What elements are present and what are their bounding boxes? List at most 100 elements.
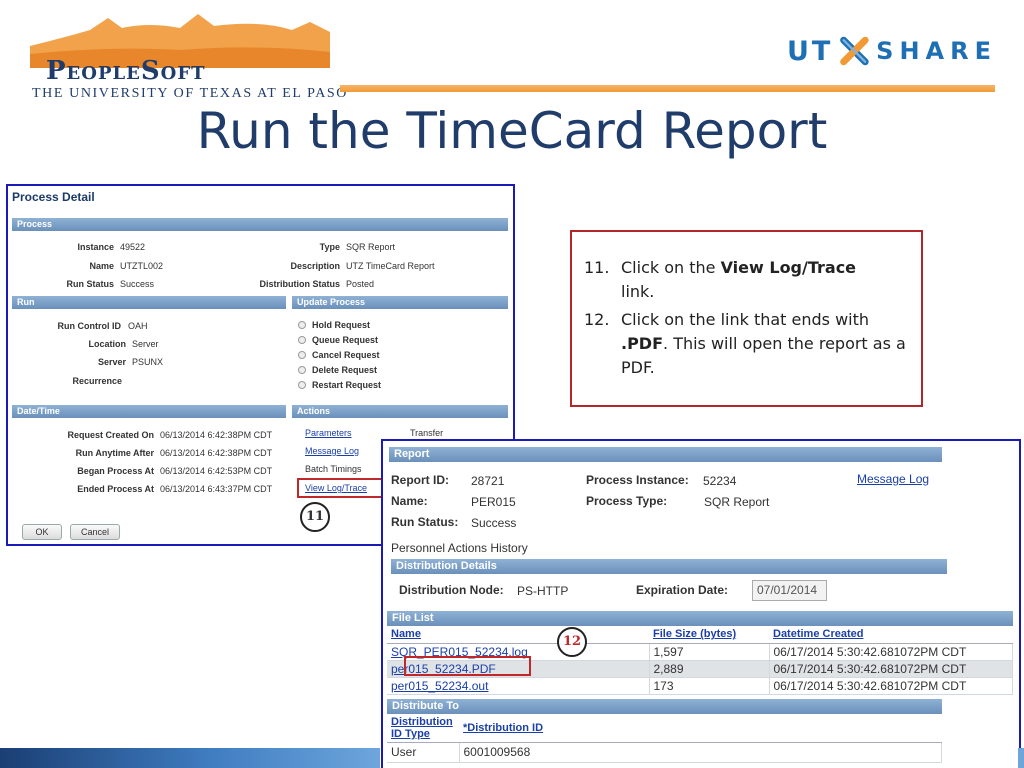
distribute-to-bar: Distribute To (387, 699, 942, 714)
recurrence-label: Recurrence (72, 376, 122, 386)
description-value: UTZ TimeCard Report (346, 261, 435, 271)
report-run-status-value: Success (471, 516, 517, 530)
file-size-cell: 2,889 (649, 660, 770, 678)
began-process-label: Began Process At (77, 466, 154, 476)
run-status-value: Success (120, 279, 155, 289)
step-12-instruction: 12. Click on the link that ends with .PD… (584, 308, 914, 380)
cancel-button[interactable]: Cancel (70, 524, 120, 540)
step-11-instruction: 11. Click on the View Log/Trace link. (584, 256, 914, 304)
report-name-value: PER015 (471, 495, 516, 509)
file-created-cell: 06/17/2014 5:30:42.681072PM CDT (769, 677, 1013, 695)
process-type-label: Process Type: (586, 494, 668, 508)
transfer-text[interactable]: Transfer (410, 428, 443, 438)
cancel-request-label: Cancel Request (312, 350, 380, 360)
report-panel: Report Report ID: 28721 Process Instance… (381, 439, 1021, 768)
file-list-header-row: Name File Size (bytes) Datetime Created (387, 626, 1013, 644)
delete-request-label: Delete Request (312, 365, 378, 375)
ok-button[interactable]: OK (22, 524, 62, 540)
server-value: PSUNX (132, 357, 164, 367)
queue-request-label: Queue Request (312, 335, 379, 345)
distribution-details-bar: Distribution Details (391, 559, 947, 574)
name-label: Name (89, 261, 114, 271)
report-name-label: Name: (391, 494, 428, 508)
step-12-marker: 12 (557, 627, 587, 657)
slide-title: Run the TimeCard Report (196, 102, 828, 160)
request-created-value: 06/13/2014 6:42:38PM CDT (160, 430, 273, 440)
instance-label: Instance (77, 242, 114, 252)
file-size-cell: 1,597 (649, 643, 770, 661)
run-status-label: Run Status (66, 279, 114, 289)
radio-icon (298, 351, 306, 359)
ended-process-label: Ended Process At (77, 484, 154, 494)
file-created-cell: 06/17/2014 5:30:42.681072PM CDT (769, 660, 1013, 678)
step-12-text-b: . This will open the report as a PDF. (621, 334, 906, 377)
hold-request-radio[interactable]: Hold Request (298, 320, 370, 330)
file-size-column-header[interactable]: File Size (bytes) (649, 626, 769, 644)
datetime-section-bar: Date/Time (12, 405, 286, 418)
expiration-date-field: 07/01/2014 (752, 580, 827, 601)
process-instance-value: 52234 (703, 474, 737, 488)
report-section-bar: Report (389, 447, 942, 462)
delete-request-radio[interactable]: Delete Request (298, 365, 377, 375)
distribution-status-value: Posted (346, 279, 375, 289)
distribution-node-value: PS-HTTP (517, 584, 569, 598)
distribution-node-label: Distribution Node: (399, 583, 504, 597)
run-control-id-label: Run Control ID (57, 321, 122, 331)
brand-name: PeopleSoft (46, 56, 206, 86)
distribution-status-label: Distribution Status (259, 279, 341, 289)
actions-section-bar: Actions (292, 405, 508, 418)
description-label: Description (290, 261, 340, 271)
instance-value: 49522 (120, 242, 146, 252)
radio-icon (298, 366, 306, 374)
queue-request-radio[interactable]: Queue Request (298, 335, 378, 345)
run-anytime-value: 06/13/2014 6:42:38PM CDT (160, 448, 273, 458)
step-11-text-a: Click on the (621, 258, 721, 277)
restart-request-radio[interactable]: Restart Request (298, 380, 381, 390)
restart-request-label: Restart Request (312, 380, 382, 390)
run-control-id-value: OAH (128, 321, 148, 331)
report-run-status-label: Run Status: (391, 515, 459, 529)
cancel-request-radio[interactable]: Cancel Request (298, 350, 380, 360)
file-size-cell: 173 (649, 677, 770, 695)
report-id-value: 28721 (471, 474, 505, 488)
run-anytime-label: Run Anytime After (75, 448, 154, 458)
distribution-id-type-column-header[interactable]: Distribution ID Type (387, 714, 459, 743)
report-message-log-link[interactable]: Message Log (857, 472, 929, 486)
header-rule (340, 85, 995, 92)
report-description: Personnel Actions History (391, 541, 528, 555)
parameters-link[interactable]: Parameters (305, 428, 352, 438)
pdf-link-highlight-box (404, 656, 531, 676)
utshare-logo-share: SHARE (876, 37, 997, 65)
update-process-section-bar: Update Process (292, 296, 508, 309)
process-instance-label: Process Instance: (586, 473, 689, 487)
step-12-number: 12. (584, 310, 610, 329)
step-12-text-a: Click on the link that ends with (621, 310, 870, 329)
distribution-type-cell: User (387, 742, 460, 763)
utshare-x-icon (840, 36, 870, 66)
process-section-bar: Process (12, 218, 508, 231)
batch-timings-text[interactable]: Batch Timings (305, 464, 362, 474)
radio-icon (298, 336, 306, 344)
began-process-value: 06/13/2014 6:42:53PM CDT (160, 466, 273, 476)
file-link-out[interactable]: per015_52234.out (391, 679, 488, 693)
radio-icon (298, 321, 306, 329)
name-value: UTZTL002 (120, 261, 164, 271)
distribution-id-column-header[interactable]: *Distribution ID (459, 714, 942, 743)
type-label: Type (319, 242, 340, 252)
step-11-number: 11. (584, 258, 610, 277)
footer-accent-bar-right (1018, 748, 1024, 768)
distribution-id-cell: 6001009568 (459, 742, 942, 763)
location-value: Server (132, 339, 159, 349)
file-created-cell: 06/17/2014 5:30:42.681072PM CDT (769, 643, 1013, 661)
location-label: Location (88, 339, 127, 349)
file-list-bar: File List (387, 611, 1013, 626)
ended-process-value: 06/13/2014 6:43:37PM CDT (160, 484, 273, 494)
message-log-link[interactable]: Message Log (305, 446, 359, 456)
run-section-bar: Run (12, 296, 286, 309)
file-row: per015_52234.out 173 06/17/2014 5:30:42.… (387, 677, 1013, 695)
file-name-column-header[interactable]: Name (387, 626, 649, 644)
server-label: Server (97, 357, 126, 367)
datetime-created-column-header[interactable]: Datetime Created (769, 626, 1013, 644)
instructions-callout: 11. Click on the View Log/Trace link. 12… (570, 230, 923, 407)
peoplesoft-logo: PeopleSoft THE UNIVERSITY OF TEXAS AT EL… (30, 8, 346, 101)
